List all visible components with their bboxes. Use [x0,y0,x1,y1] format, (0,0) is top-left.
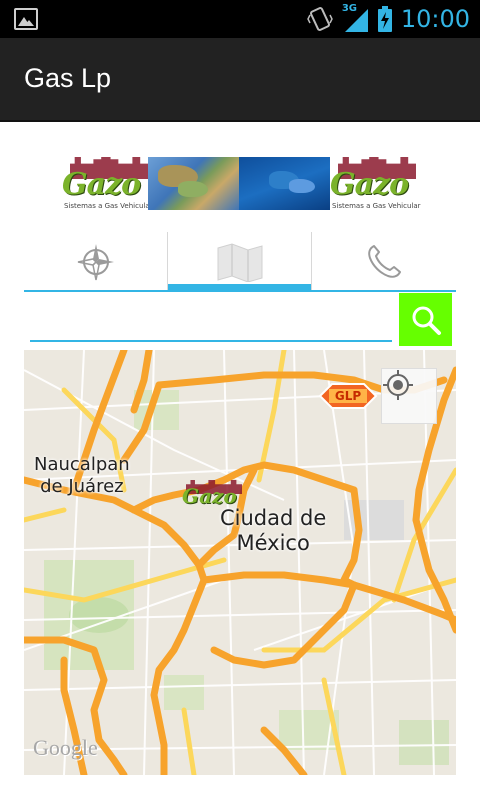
logo-text: Gazo [330,167,409,202]
signal-3g-icon: 3G [341,3,369,33]
clock: 10:00 [400,5,470,33]
gazo-marker[interactable]: Gazo [182,480,242,512]
glp-marker-label: GLP [334,389,362,403]
my-location-icon [383,370,413,400]
app-title: Gas Lp [24,63,112,93]
banner-map-image-ocean [239,157,330,210]
status-bar: 3G 10:00 [0,0,480,38]
map-view[interactable]: Naucalpan de Juárez Ciudad de México GLP… [24,350,456,775]
search-icon [412,306,441,335]
tab-bar [24,232,456,292]
map-icon [217,243,262,282]
map-label-cdmx: Ciudad de México [220,506,327,556]
google-attribution: Google [33,735,98,760]
tab-phone[interactable] [312,232,455,292]
glp-marker[interactable]: GLP [318,381,378,411]
tab-compass[interactable] [24,232,167,292]
phone-icon [367,245,401,278]
search-button[interactable] [399,293,452,346]
image-notification-icon [14,8,38,30]
logo-text: Gazo [62,167,141,202]
search-field [30,294,392,342]
banner: Gazo Sistemas a Gas Vehicular Gazo Siste… [62,157,421,210]
search-input[interactable] [30,294,392,340]
gazo-logo-left: Gazo Sistemas a Gas Vehicular [62,157,153,210]
my-location-button[interactable] [381,368,437,424]
action-bar: Gas Lp [0,38,480,122]
banner-map-image-mexico [148,157,239,210]
status-icons: 3G 10:00 [306,3,470,34]
logo-subtitle: Sistemas a Gas Vehicular [332,202,421,210]
compass-icon [77,244,114,281]
tab-selected-indicator [168,284,311,292]
vibrate-icon [306,7,333,31]
logo-subtitle: Sistemas a Gas Vehicular [64,202,153,210]
map-label-naucalpan: Naucalpan de Juárez [34,454,130,497]
gazo-logo-right: Gazo Sistemas a Gas Vehicular [330,157,421,210]
battery-charging-icon [377,6,392,32]
gazo-marker-label: Gazo [182,484,237,508]
tab-map[interactable] [168,232,311,292]
